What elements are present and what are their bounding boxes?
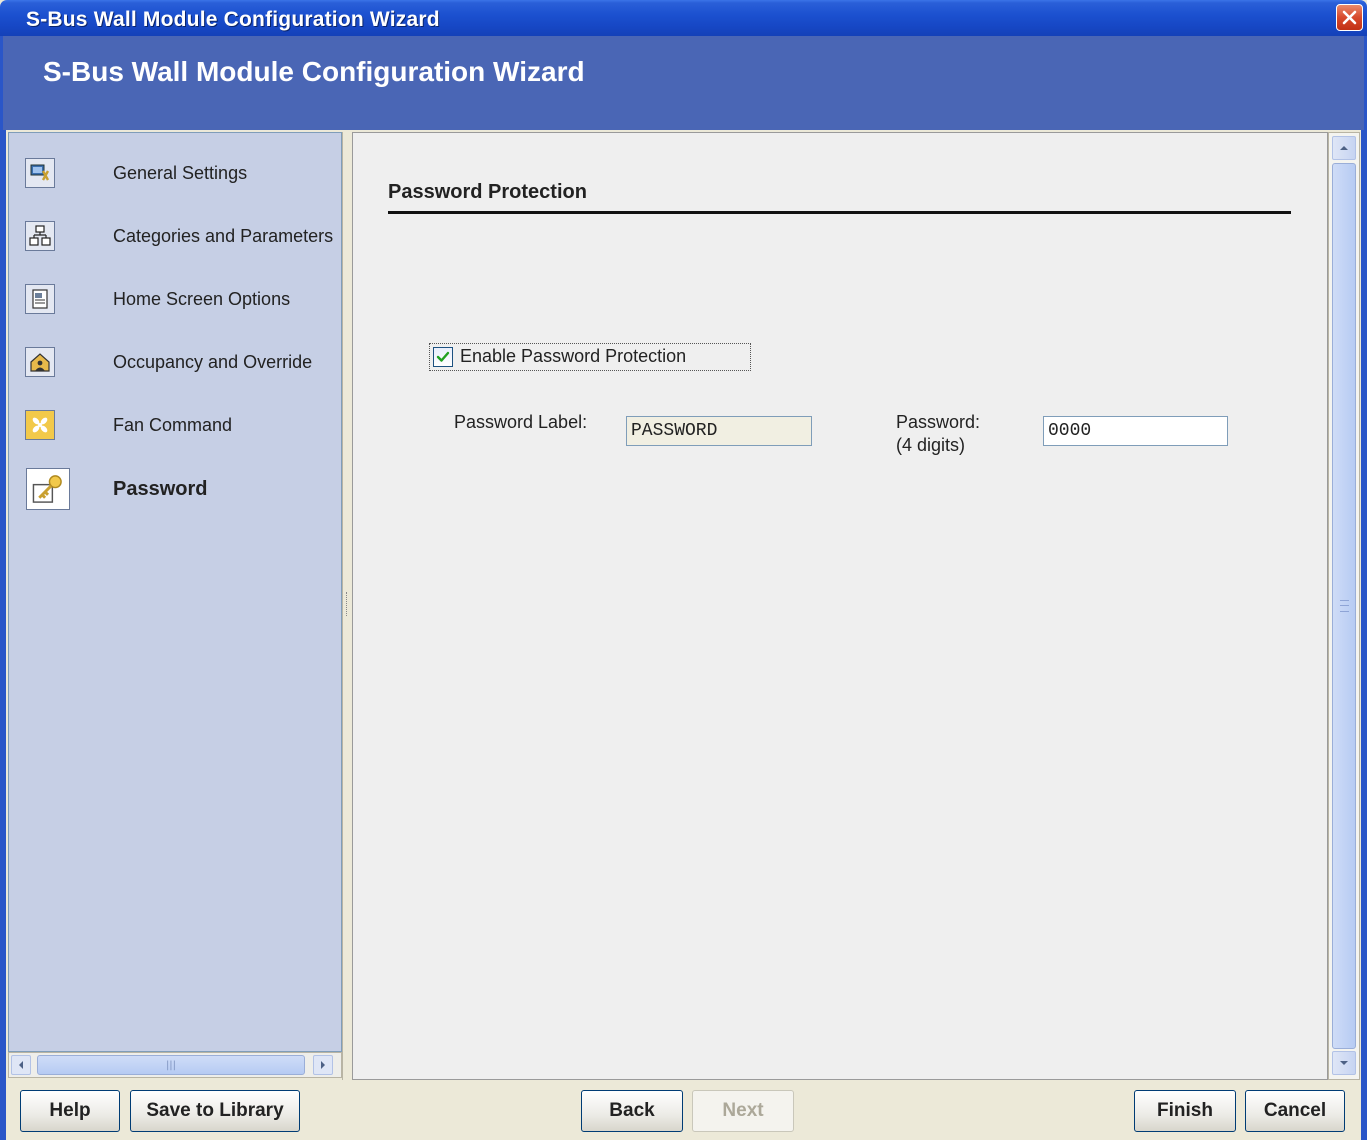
help-button[interactable]: Help [20, 1090, 120, 1132]
checkbox-box[interactable] [433, 347, 453, 367]
cancel-button[interactable]: Cancel [1245, 1090, 1345, 1132]
wizard-step-sidebar: General Settings Categories and Paramete… [8, 132, 342, 1052]
close-button[interactable] [1336, 4, 1363, 31]
splitter-grip [346, 592, 348, 616]
chevron-up-icon [1340, 146, 1348, 150]
horizontal-scroll-thumb[interactable]: ||| [37, 1055, 305, 1075]
sidebar-item-label: Home Screen Options [113, 289, 291, 309]
sidebar-item-label: Categories and Parameters [113, 226, 334, 246]
password-field[interactable]: 0000 [1043, 416, 1228, 446]
sidebar-item-label: Fan Command [113, 415, 233, 435]
section-divider [388, 211, 1291, 214]
window-border-right [1361, 36, 1367, 1140]
sidebar-item-fan-command[interactable]: Fan Command [9, 405, 343, 455]
occupancy-icon [25, 347, 55, 377]
checkbox-label: Enable Password Protection [460, 346, 687, 366]
chevron-right-icon [321, 1061, 325, 1069]
sidebar-item-home-screen-options[interactable]: Home Screen Options [9, 279, 343, 329]
chevron-down-icon [1340, 1061, 1348, 1065]
enable-password-protection-checkbox[interactable]: Enable Password Protection [429, 343, 751, 371]
fan-icon [25, 410, 55, 440]
wizard-header-title: S-Bus Wall Module Configuration Wizard [43, 56, 585, 87]
section-title: Password Protection [388, 181, 587, 203]
hierarchy-icon [25, 221, 55, 251]
sidebar-item-label: Password [113, 478, 208, 500]
sidebar-item-categories-and-parameters[interactable]: Categories and Parameters [9, 216, 343, 266]
sidebar-item-general-settings[interactable]: General Settings [9, 153, 343, 203]
back-button[interactable]: Back [581, 1090, 683, 1132]
title-bar[interactable]: S-Bus Wall Module Configuration Wizard [0, 0, 1367, 36]
next-button[interactable]: Next [692, 1090, 794, 1132]
password-caption: Password: (4 digits) [896, 411, 980, 457]
window-title: S-Bus Wall Module Configuration Wizard [26, 8, 440, 31]
vertical-scroll-thumb[interactable] [1332, 163, 1356, 1049]
sidebar-item-occupancy-and-override[interactable]: Occupancy and Override [9, 342, 343, 392]
save-to-library-button[interactable]: Save to Library [130, 1090, 300, 1132]
password-caption-line1: Password: [896, 412, 981, 432]
key-icon [26, 468, 70, 510]
home-screen-icon [25, 284, 55, 314]
password-caption-line2: (4 digits) [896, 435, 966, 455]
scroll-thumb-grip [1340, 600, 1349, 612]
sidebar-item-label: General Settings [113, 163, 248, 183]
sidebar-item-label: Occupancy and Override [113, 352, 313, 372]
chevron-left-icon [19, 1061, 23, 1069]
content-vertical-scrollbar[interactable] [1328, 132, 1360, 1080]
sidebar-item-password[interactable]: Password [9, 466, 343, 516]
content-panel: Password Protection Enable Password Prot… [352, 132, 1328, 1080]
window-border-left [0, 36, 6, 1140]
scroll-down-button[interactable] [1332, 1051, 1356, 1075]
checkmark-icon [436, 351, 450, 362]
finish-button[interactable]: Finish [1134, 1090, 1236, 1132]
sidebar-horizontal-scrollbar[interactable]: ||| [8, 1052, 342, 1078]
password-label-caption: Password Label: [454, 412, 588, 432]
password-label-field[interactable]: PASSWORD [626, 416, 812, 446]
scroll-up-button[interactable] [1332, 136, 1356, 160]
scroll-left-button[interactable] [11, 1055, 31, 1075]
wizard-header: S-Bus Wall Module Configuration Wizard [0, 36, 1367, 130]
panel-splitter[interactable] [342, 132, 352, 1080]
settings-icon [25, 158, 55, 188]
close-icon [1342, 10, 1357, 25]
scroll-right-button[interactable] [313, 1055, 333, 1075]
